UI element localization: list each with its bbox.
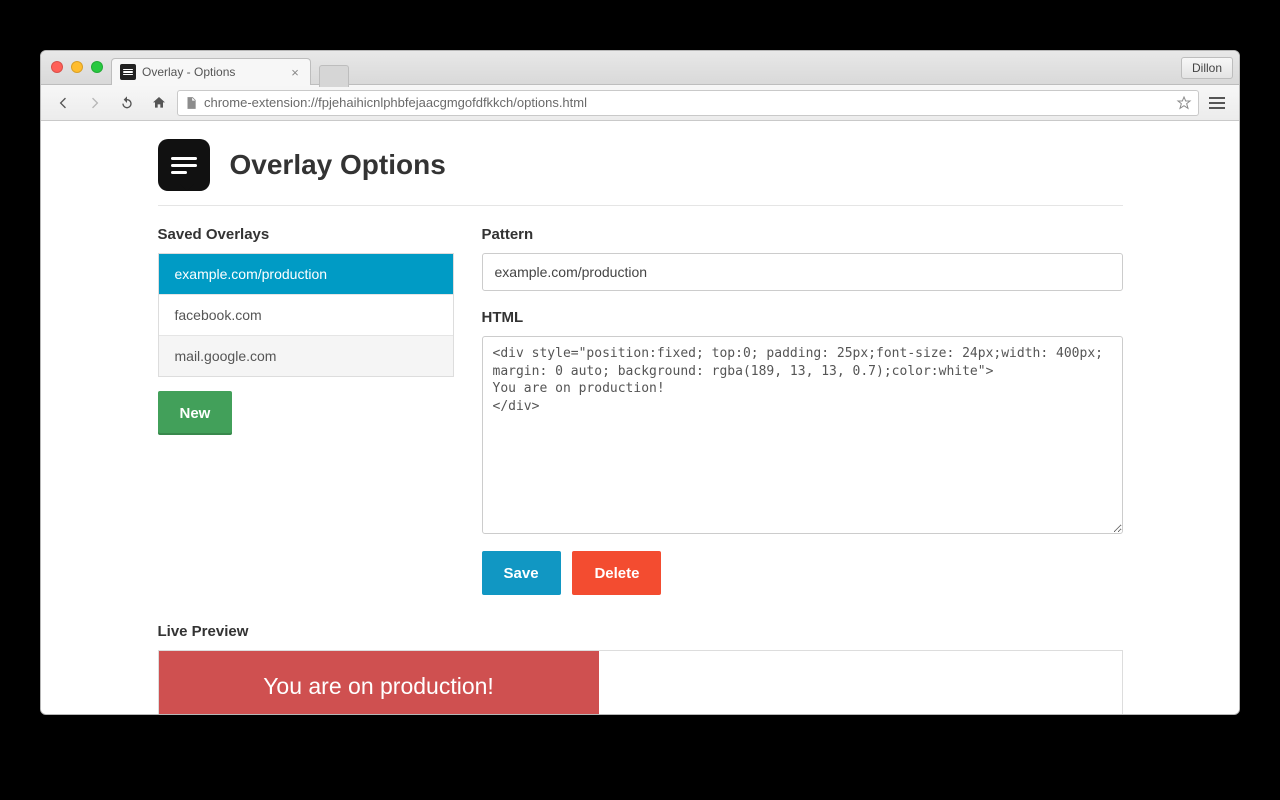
home-icon [151,95,167,111]
close-window-button[interactable] [51,61,63,73]
forward-button[interactable] [81,90,109,116]
delete-button-label: Delete [594,565,639,582]
arrow-left-icon [55,95,71,111]
page-icon [184,96,198,110]
preview-banner: You are on production! [159,651,599,714]
minimize-window-button[interactable] [71,61,83,73]
maximize-window-button[interactable] [91,61,103,73]
page-title: Overlay Options [230,149,446,181]
editor-actions: Save Delete [482,551,1123,595]
save-button[interactable]: Save [482,551,561,595]
overlay-item-label: facebook.com [175,307,262,323]
save-button-label: Save [504,565,539,582]
url-text: chrome-extension://fpjehaihicnlphbfejaac… [204,95,587,110]
browser-tab[interactable]: Overlay - Options × [111,58,311,85]
saved-overlay-item[interactable]: mail.google.com [159,336,453,376]
delete-button[interactable]: Delete [572,551,661,595]
reload-icon [119,95,135,111]
profile-button[interactable]: Dillon [1181,57,1233,79]
page-header: Overlay Options [158,139,1123,206]
browser-window: Overlay - Options × Dillon chrome-extens… [40,50,1240,715]
bookmark-star-icon[interactable] [1176,95,1192,111]
arrow-right-icon [87,95,103,111]
page-container: Overlay Options Saved Overlays example.c… [158,121,1123,714]
tab-title: Overlay - Options [142,65,235,79]
overlay-item-label: example.com/production [175,266,328,282]
tab-strip: Overlay - Options × Dillon [41,51,1239,85]
back-button[interactable] [49,90,77,116]
profile-label: Dillon [1192,61,1222,75]
overlay-favicon-icon [120,64,136,80]
pattern-input[interactable] [482,253,1123,291]
saved-overlay-item[interactable]: example.com/production [159,254,453,295]
overlay-item-label: mail.google.com [175,348,277,364]
saved-overlays-heading: Saved Overlays [158,226,454,243]
pattern-label: Pattern [482,226,1123,243]
close-tab-icon[interactable]: × [288,65,302,79]
menu-button[interactable] [1203,102,1231,104]
overlay-logo-icon [158,139,210,191]
live-preview-box: You are on production! [158,650,1123,714]
new-tab-button[interactable] [319,65,349,87]
live-preview-heading: Live Preview [158,623,1123,640]
hamburger-icon [1209,102,1225,104]
reload-button[interactable] [113,90,141,116]
home-button[interactable] [145,90,173,116]
browser-toolbar: chrome-extension://fpjehaihicnlphbfejaac… [41,85,1239,121]
new-button-label: New [180,405,211,422]
saved-overlay-item[interactable]: facebook.com [159,295,453,336]
html-textarea[interactable] [482,336,1123,534]
saved-overlays-list: example.com/production facebook.com mail… [158,253,454,377]
page-viewport: Overlay Options Saved Overlays example.c… [41,121,1239,714]
address-bar[interactable]: chrome-extension://fpjehaihicnlphbfejaac… [177,90,1199,116]
preview-banner-text: You are on production! [263,673,494,699]
window-controls [51,61,103,73]
html-label: HTML [482,309,1123,326]
new-overlay-button[interactable]: New [158,391,233,435]
